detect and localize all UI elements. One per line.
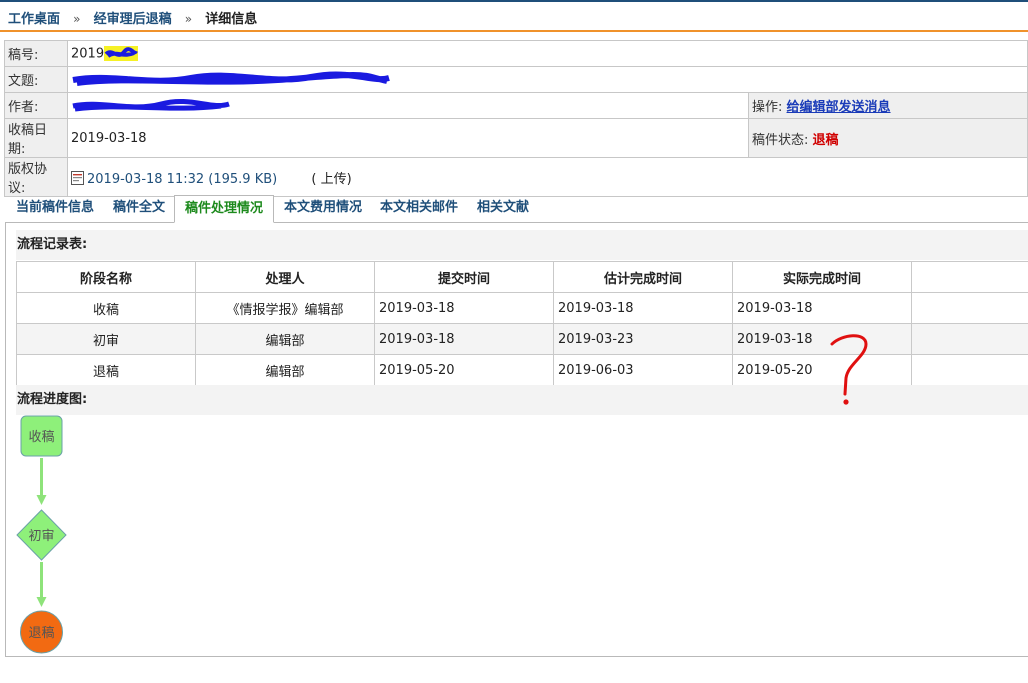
- stage-cell: 退稿: [16, 354, 196, 386]
- submitted-cell: 2019-03-18: [374, 323, 554, 355]
- empty-cell: [911, 292, 1028, 324]
- action-cell: 操作: 给编辑部发送消息: [748, 92, 1028, 119]
- status-label: 稿件状态:: [752, 132, 809, 148]
- column-header-empty: [911, 261, 1028, 293]
- tab-fees[interactable]: 本文费用情况: [284, 195, 362, 223]
- submitted-cell: 2019-05-20: [374, 354, 554, 386]
- copyright-file-link[interactable]: 2019-03-18 11:32 (195.9 KB): [87, 172, 277, 187]
- table-row: 收稿 《情报学报》编辑部 2019-03-18 2019-03-18 2019-…: [16, 292, 1028, 324]
- column-header: 实际完成时间: [732, 261, 912, 293]
- empty-cell: [911, 354, 1028, 386]
- stage-cell: 初审: [16, 323, 196, 355]
- manuscript-info-table: 稿号: 2019 文题: 作者: 操作: 给编辑部发送消息 收稿日期: 2019…: [4, 40, 1028, 197]
- flow-progress-chart: 收稿 初审 退稿: [16, 415, 67, 654]
- send-message-link[interactable]: 给编辑部发送消息: [787, 100, 891, 115]
- actual-cell: 2019-03-18: [732, 292, 912, 324]
- empty-cell: [911, 323, 1028, 355]
- column-header: 阶段名称: [16, 261, 196, 293]
- handler-cell: 编辑部: [195, 323, 375, 355]
- author-label: 作者:: [4, 92, 68, 119]
- breadcrumb-workdesk-link[interactable]: 工作桌面: [8, 12, 60, 27]
- tab-processing-status[interactable]: 稿件处理情况: [174, 195, 275, 223]
- number-label: 稿号:: [4, 40, 68, 67]
- redaction-scribble: [72, 71, 390, 86]
- table-header-row: 阶段名称 处理人 提交时间 估计完成时间 实际完成时间: [16, 261, 1028, 293]
- breadcrumb-separator: »: [184, 12, 193, 26]
- flow-node-initial-review-label: 初审: [28, 529, 54, 544]
- tab-related-literature[interactable]: 相关文献: [477, 195, 529, 223]
- breadcrumb-bar: 工作桌面 » 经审理后退稿 » 详细信息: [0, 0, 1028, 32]
- breadcrumb: 工作桌面 » 经审理后退稿 » 详细信息: [8, 8, 257, 27]
- tab-bar: 当前稿件信息 稿件全文 稿件处理情况 本文费用情况 本文相关邮件 相关文献: [6, 189, 1028, 223]
- flow-node-received-label: 收稿: [28, 429, 54, 445]
- submitted-cell: 2019-03-18: [374, 292, 554, 324]
- redaction-scribble: [104, 46, 138, 58]
- estimated-cell: 2019-03-23: [553, 323, 733, 355]
- handler-cell: 《情报学报》编辑部: [195, 292, 375, 324]
- stage-cell: 收稿: [16, 292, 196, 324]
- redaction-scribble: [72, 98, 230, 111]
- question-mark-annotation: [830, 334, 868, 405]
- flow-node-rejected-label: 退稿: [28, 625, 54, 641]
- action-label: 操作:: [752, 100, 783, 115]
- upload-link[interactable]: ( 上传): [311, 172, 351, 187]
- tab-current-info[interactable]: 当前稿件信息: [16, 195, 94, 223]
- flow-records-title: 流程记录表:: [16, 230, 1028, 260]
- tab-full-text[interactable]: 稿件全文: [113, 195, 165, 223]
- received-date-label: 收稿日期:: [4, 118, 68, 158]
- breadcrumb-current: 详细信息: [205, 12, 258, 27]
- number-cell: 2019: [67, 40, 1028, 67]
- breadcrumb-separator: »: [73, 12, 81, 26]
- processing-panel: 流程记录表: 阶段名称 处理人 提交时间 估计完成时间 实际完成时间 收稿 《情…: [5, 222, 1028, 657]
- author-cell: [67, 92, 749, 119]
- estimated-cell: 2019-03-18: [553, 292, 733, 324]
- column-header: 估计完成时间: [553, 261, 733, 293]
- estimated-cell: 2019-06-03: [553, 354, 733, 386]
- received-date-value: 2019-03-18: [67, 118, 749, 158]
- column-header: 提交时间: [374, 261, 554, 293]
- status-badge: 退稿: [812, 132, 839, 148]
- pdf-file-icon[interactable]: [71, 170, 84, 185]
- handler-cell: 编辑部: [195, 354, 375, 386]
- breadcrumb-rejected-link[interactable]: 经审理后退稿: [94, 12, 172, 27]
- column-header: 处理人: [195, 261, 375, 293]
- number-value: 2019: [71, 46, 105, 61]
- title-label: 文题:: [4, 66, 68, 93]
- tab-related-emails[interactable]: 本文相关邮件: [380, 195, 458, 223]
- status-cell: 稿件状态: 退稿: [748, 118, 1028, 158]
- redaction-highlight: [104, 46, 139, 61]
- title-cell: [67, 66, 1028, 93]
